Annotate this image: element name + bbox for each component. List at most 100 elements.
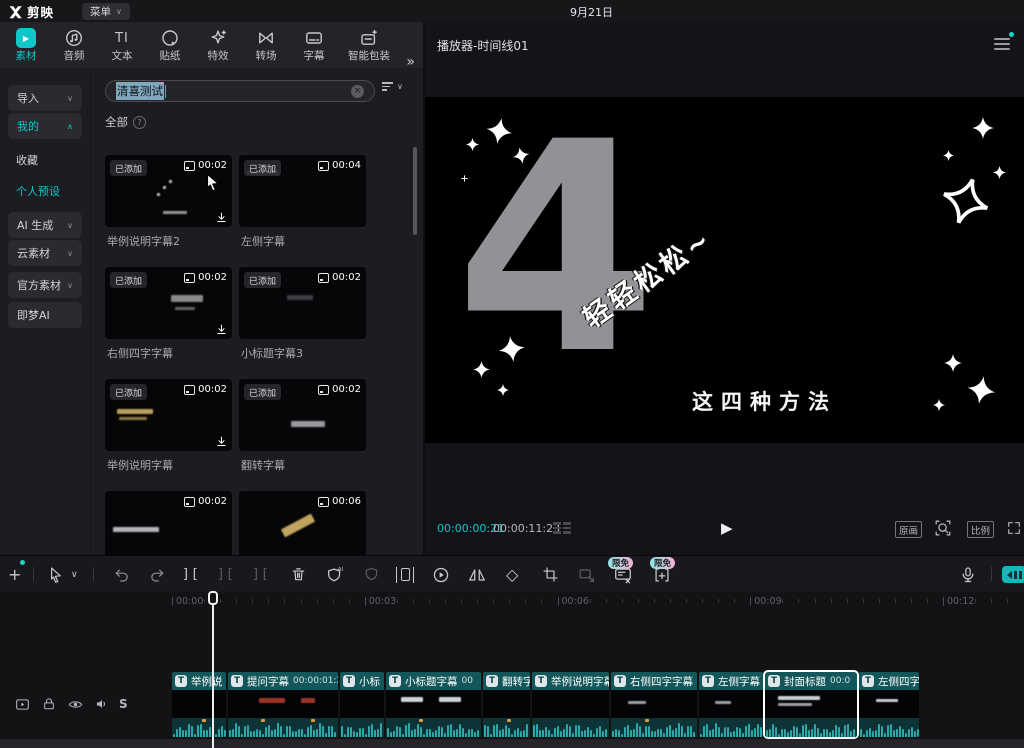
template-card[interactable]: 00:02 [105, 491, 232, 555]
timeline-ruler[interactable]: 00:0000:0300:0600:0900:12 [0, 592, 1024, 612]
timeline-clip[interactable]: T右侧四字字幕 [611, 672, 697, 737]
timeline-clip[interactable]: T小标 [340, 672, 384, 737]
card-thumbnail[interactable]: 已添加00:02 [105, 267, 232, 339]
template-card[interactable]: 已添加00:02举例说明字幕 [105, 379, 232, 491]
horizontal-scrollbar[interactable] [0, 739, 1024, 748]
left-panel: ▶素材音频TI文本贴纸特效转场字幕智能包装 » 导入∨我的∧收藏个人预设AI 生… [0, 22, 423, 555]
hide-track-icon[interactable] [67, 696, 84, 713]
tab-package[interactable]: 智能包装 [338, 22, 400, 68]
sidebar-item-label: 官方素材 [17, 277, 61, 293]
player-menu-icon[interactable] [994, 38, 1010, 50]
smart-cutout-ai-icon[interactable]: AI [325, 556, 345, 593]
delete-left-button[interactable]: ][ [217, 556, 235, 593]
timeline-clip[interactable]: T左侧四字 [859, 672, 919, 737]
mute-track-icon[interactable] [94, 696, 110, 712]
template-card[interactable]: 已添加00:02小标题字幕3 [239, 267, 366, 379]
tab-effects[interactable]: 特效 [194, 22, 242, 68]
added-badge: 已添加 [110, 160, 147, 176]
download-icon[interactable] [215, 323, 228, 336]
fullscreen-icon[interactable] [1005, 511, 1023, 545]
minor-tick [413, 599, 414, 603]
mirror-icon[interactable] [467, 556, 487, 593]
card-thumbnail[interactable]: 已添加00:02 [239, 267, 366, 339]
card-thumbnail[interactable]: 已添加00:04 [239, 155, 366, 227]
minor-tick [622, 599, 623, 603]
tab-sticker[interactable]: 贴纸 [146, 22, 194, 68]
promo-badge: 限免 [650, 557, 675, 569]
tab-transition[interactable]: 转场 [242, 22, 290, 68]
transition-icon [256, 28, 276, 48]
crop-icon[interactable] [541, 556, 560, 593]
frame-view-icon[interactable] [553, 511, 573, 545]
minor-tick [782, 599, 783, 603]
card-thumbnail[interactable]: 00:02 [105, 491, 232, 555]
solo-track-icon[interactable]: S [119, 697, 128, 711]
delete-right-button[interactable]: ][ [252, 556, 270, 593]
ratio-button[interactable]: 比例 [967, 521, 994, 538]
chevron-down-icon[interactable]: ∨ [71, 556, 78, 593]
sidebar-item[interactable]: 官方素材∨ [8, 272, 82, 298]
download-icon[interactable] [215, 435, 228, 448]
redo-button[interactable] [148, 556, 167, 593]
template-card[interactable]: 已添加00:04左侧字幕 [239, 155, 366, 267]
quality-button[interactable]: 原画 [895, 521, 922, 538]
sidebar-item[interactable]: 云素材∨ [8, 240, 82, 266]
effects-star-icon [208, 28, 228, 48]
freeze-frame-icon[interactable] [396, 556, 414, 593]
minor-tick [847, 599, 848, 603]
minor-tick [252, 599, 253, 603]
split-button[interactable]: ][ [182, 556, 200, 593]
notification-dot [1009, 32, 1014, 37]
clear-search-icon[interactable]: × [351, 85, 364, 98]
timeline-clip[interactable]: T左侧字幕 [699, 672, 763, 737]
speed-icon[interactable] [431, 556, 451, 593]
scrollbar[interactable] [413, 147, 417, 235]
timeline-clip[interactable]: T举例说明字幕 [532, 672, 609, 737]
clip-label: 左侧字幕 [718, 674, 760, 689]
sidebar-item[interactable]: AI 生成∨ [8, 212, 82, 238]
preview-zoom-icon[interactable] [933, 511, 953, 545]
tab-text[interactable]: TI文本 [98, 22, 146, 68]
template-card[interactable]: 已添加00:02右侧四字字幕 [105, 267, 232, 379]
minor-tick [975, 599, 976, 603]
undo-button[interactable] [112, 556, 131, 593]
card-thumbnail[interactable]: 已添加00:02 [105, 155, 232, 227]
tab-material[interactable]: ▶素材 [2, 22, 50, 68]
template-card[interactable]: 已添加00:02翻转字幕 [239, 379, 366, 491]
sidebar-item[interactable]: 收藏 [16, 152, 38, 168]
card-thumbnail[interactable]: 00:06 [239, 491, 366, 555]
timeline-clip[interactable]: T封面标题00:0 [765, 672, 857, 737]
sidebar-item[interactable]: 我的∧ [8, 113, 82, 139]
delete-button[interactable] [289, 556, 308, 593]
download-icon[interactable] [215, 211, 228, 224]
menu-button[interactable]: 菜单 ∨ [82, 3, 130, 20]
timeline-clip[interactable]: T小标题字幕00 [386, 672, 481, 737]
clip-track: T举例说T提问字幕00:00:01:2T小标T小标题字幕00T翻转字T举例说明字… [172, 672, 919, 737]
cover-toggle-icon[interactable] [14, 696, 31, 713]
select-tool-button[interactable] [46, 556, 65, 593]
minor-tick [349, 599, 350, 603]
timeline-clip[interactable]: T翻转字 [483, 672, 530, 737]
sort-button[interactable]: ∨ [382, 82, 403, 91]
timeline-clip[interactable]: T举例说 [172, 672, 226, 737]
card-thumbnail[interactable]: 已添加00:02 [239, 379, 366, 451]
text-clip-icon: T [231, 675, 243, 687]
sidebar-item[interactable]: 导入∨ [8, 85, 82, 111]
sidebar-item[interactable]: 个人预设 [16, 183, 60, 199]
record-voiceover-icon[interactable] [958, 556, 978, 593]
minor-tick [445, 599, 446, 603]
search-input[interactable]: 清喜测试 × [105, 80, 375, 102]
card-thumbnail[interactable]: 已添加00:02 [105, 379, 232, 451]
template-card[interactable]: 00:06 [239, 491, 366, 555]
template-card[interactable]: 已添加00:02举例说明字幕2 [105, 155, 232, 267]
capcut-logo-icon [8, 4, 23, 19]
sidebar-item[interactable]: 即梦AI [8, 302, 82, 328]
tab-audio[interactable]: 音频 [50, 22, 98, 68]
tab-caption[interactable]: 字幕 [290, 22, 338, 68]
lock-track-icon[interactable] [41, 696, 57, 712]
snap-toggle-icon[interactable] [1002, 556, 1024, 593]
filter-all-tab[interactable]: 全部 [105, 114, 128, 130]
play-button[interactable]: ▶ [721, 511, 733, 545]
timeline-clip[interactable]: T提问字幕00:00:01:2 [228, 672, 338, 737]
rotate-icon[interactable]: ◇ [506, 556, 518, 593]
